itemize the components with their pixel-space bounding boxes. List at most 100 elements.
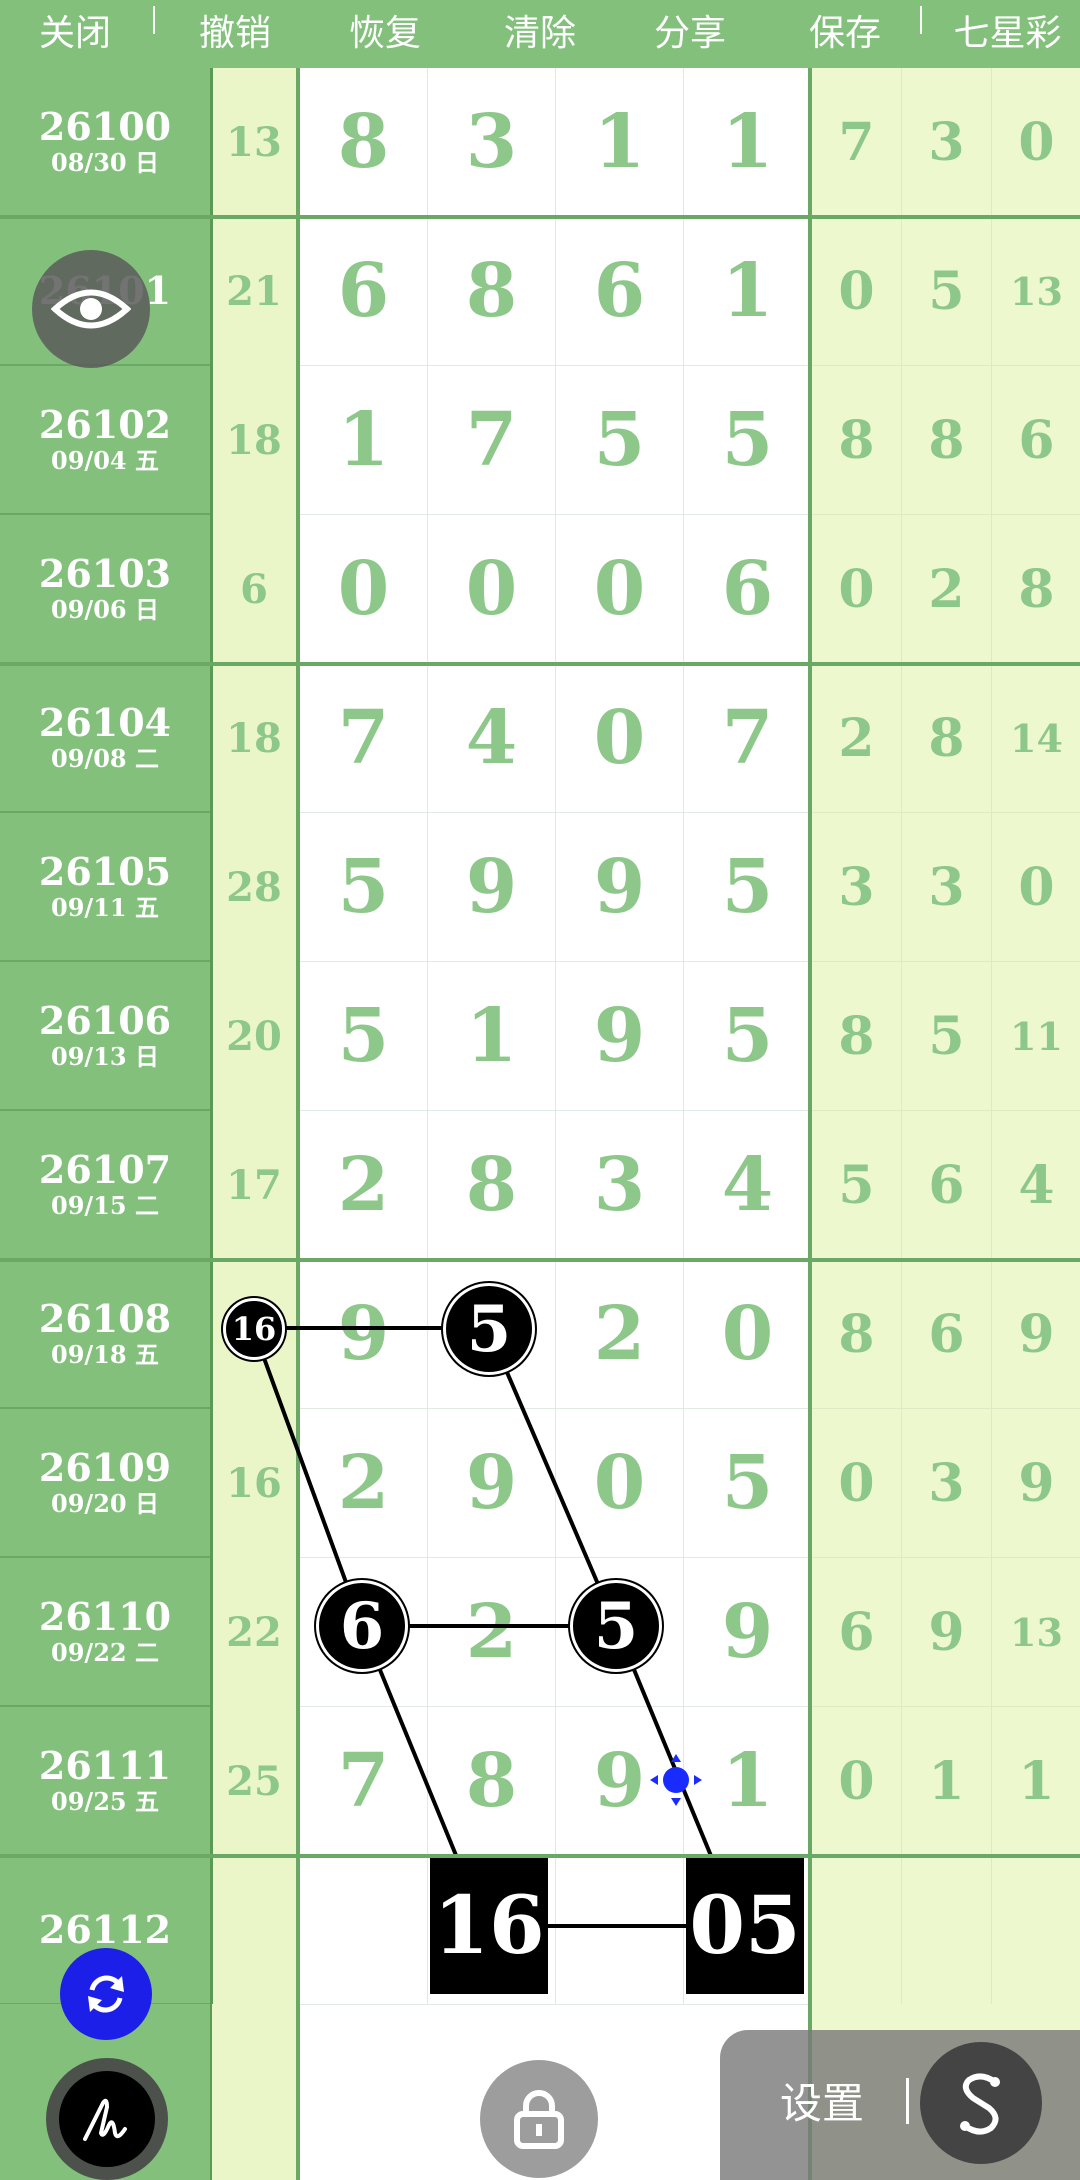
digit-cell[interactable]: 1 <box>684 217 812 366</box>
extra-cell[interactable] <box>902 1856 992 2005</box>
digit-cell[interactable]: 0 <box>300 515 428 664</box>
sum-cell[interactable]: 21 <box>212 217 296 366</box>
sum-cell[interactable]: 6 <box>212 515 296 664</box>
close-button[interactable]: 关闭 <box>0 0 150 68</box>
digit-cell[interactable]: 0 <box>556 515 684 664</box>
extra-cell[interactable] <box>992 1856 1080 2005</box>
digit-cell[interactable]: 4 <box>684 1111 812 1260</box>
digit-cell[interactable]: 6 <box>556 217 684 366</box>
extra-cell[interactable]: 3 <box>812 813 902 962</box>
digit-cell[interactable]: 1 <box>428 962 556 1111</box>
extra-cell[interactable]: 8 <box>812 1260 902 1409</box>
extra-cell[interactable]: 0 <box>812 1409 902 1558</box>
extra-cell[interactable]: 13 <box>992 217 1080 366</box>
extra-cell[interactable]: 9 <box>992 1260 1080 1409</box>
extra-cell[interactable]: 0 <box>812 1707 902 1856</box>
digit-cell[interactable]: 9 <box>428 1409 556 1558</box>
digit-cell[interactable]: 5 <box>684 962 812 1111</box>
eye-toggle-button[interactable] <box>32 250 150 368</box>
extra-cell[interactable]: 5 <box>812 1111 902 1260</box>
settings-button[interactable]: 设置 <box>780 2070 864 2131</box>
marker-ball[interactable]: 6 <box>316 1580 408 1672</box>
result-square[interactable]: 16 <box>430 1856 548 1994</box>
digit-cell[interactable]: 0 <box>556 664 684 813</box>
digit-cell[interactable]: 5 <box>684 1409 812 1558</box>
undo-button[interactable]: 撤销 <box>180 0 290 68</box>
digit-cell[interactable]: 0 <box>556 1409 684 1558</box>
sum-cell[interactable]: 16 <box>212 1409 296 1558</box>
digit-cell[interactable]: 8 <box>428 1707 556 1856</box>
digit-cell[interactable]: 5 <box>300 962 428 1111</box>
digit-cell[interactable]: 5 <box>556 366 684 515</box>
digit-cell[interactable]: 9 <box>684 1558 812 1707</box>
digit-cell[interactable]: 2 <box>300 1409 428 1558</box>
digit-cell[interactable]: 7 <box>428 366 556 515</box>
sum-cell[interactable]: 20 <box>212 962 296 1111</box>
refresh-button[interactable] <box>60 1948 152 2040</box>
digit-cell[interactable]: 3 <box>556 1111 684 1260</box>
marker-ball[interactable]: 5 <box>570 1580 662 1672</box>
extra-cell[interactable]: 1 <box>902 1707 992 1856</box>
sum-cell[interactable]: 13 <box>212 68 296 217</box>
sum-cell[interactable]: 18 <box>212 366 296 515</box>
digit-cell[interactable]: 2 <box>556 1260 684 1409</box>
digit-cell[interactable]: 9 <box>556 813 684 962</box>
extra-cell[interactable]: 7 <box>812 68 902 217</box>
digit-cell[interactable]: 5 <box>684 813 812 962</box>
digit-cell[interactable]: 2 <box>300 1111 428 1260</box>
extra-cell[interactable]: 9 <box>992 1409 1080 1558</box>
extra-cell[interactable]: 4 <box>992 1111 1080 1260</box>
digit-cell[interactable]: 1 <box>300 366 428 515</box>
extra-cell[interactable]: 6 <box>992 366 1080 515</box>
digit-cell[interactable]: 0 <box>428 515 556 664</box>
sum-cell[interactable]: 18 <box>212 664 296 813</box>
result-square[interactable]: 05 <box>686 1856 804 1994</box>
extra-cell[interactable]: 1 <box>992 1707 1080 1856</box>
digit-cell[interactable]: 3 <box>428 68 556 217</box>
digit-cell[interactable]: 7 <box>300 664 428 813</box>
share-button[interactable]: 分享 <box>635 0 745 68</box>
digit-cell[interactable]: 8 <box>428 217 556 366</box>
extra-cell[interactable]: 3 <box>902 1409 992 1558</box>
extra-cell[interactable]: 0 <box>992 68 1080 217</box>
sum-cell[interactable]: 17 <box>212 1111 296 1260</box>
extra-cell[interactable]: 0 <box>992 813 1080 962</box>
digit-cell[interactable] <box>300 1856 428 2005</box>
digit-cell[interactable] <box>556 1856 684 2005</box>
redo-button[interactable]: 恢复 <box>330 0 440 68</box>
digit-cell[interactable]: 0 <box>684 1260 812 1409</box>
sum-cell[interactable] <box>212 1856 296 2005</box>
sum-cell[interactable]: 25 <box>212 1707 296 1856</box>
digit-cell[interactable]: 8 <box>428 1111 556 1260</box>
extra-cell[interactable]: 9 <box>902 1558 992 1707</box>
extra-cell[interactable]: 14 <box>992 664 1080 813</box>
digit-cell[interactable]: 1 <box>684 68 812 217</box>
pen-tool-button[interactable] <box>46 2058 168 2180</box>
digit-cell[interactable]: 4 <box>428 664 556 813</box>
extra-cell[interactable] <box>812 1856 902 2005</box>
drag-handle-icon[interactable] <box>648 1752 704 1808</box>
extra-cell[interactable]: 11 <box>992 962 1080 1111</box>
lock-button[interactable] <box>480 2060 598 2178</box>
digit-cell[interactable]: 9 <box>556 962 684 1111</box>
extra-cell[interactable]: 8 <box>812 962 902 1111</box>
extra-cell[interactable]: 8 <box>992 515 1080 664</box>
extra-cell[interactable]: 6 <box>812 1558 902 1707</box>
extra-cell[interactable]: 5 <box>902 217 992 366</box>
digit-cell[interactable]: 9 <box>428 813 556 962</box>
digit-cell[interactable]: 5 <box>684 366 812 515</box>
extra-cell[interactable]: 3 <box>902 813 992 962</box>
extra-cell[interactable]: 8 <box>902 664 992 813</box>
sum-cell[interactable]: 28 <box>212 813 296 962</box>
digit-cell[interactable]: 8 <box>300 68 428 217</box>
extra-cell[interactable]: 2 <box>812 664 902 813</box>
extra-cell[interactable]: 2 <box>902 515 992 664</box>
extra-cell[interactable]: 6 <box>902 1111 992 1260</box>
marker-ball[interactable]: 5 <box>443 1283 535 1375</box>
digit-cell[interactable]: 2 <box>428 1558 556 1707</box>
digit-cell[interactable]: 9 <box>300 1260 428 1409</box>
extra-cell[interactable]: 3 <box>902 68 992 217</box>
extra-cell[interactable]: 5 <box>902 962 992 1111</box>
game-type-button[interactable]: 七星彩 <box>935 0 1080 68</box>
extra-cell[interactable]: 8 <box>812 366 902 515</box>
